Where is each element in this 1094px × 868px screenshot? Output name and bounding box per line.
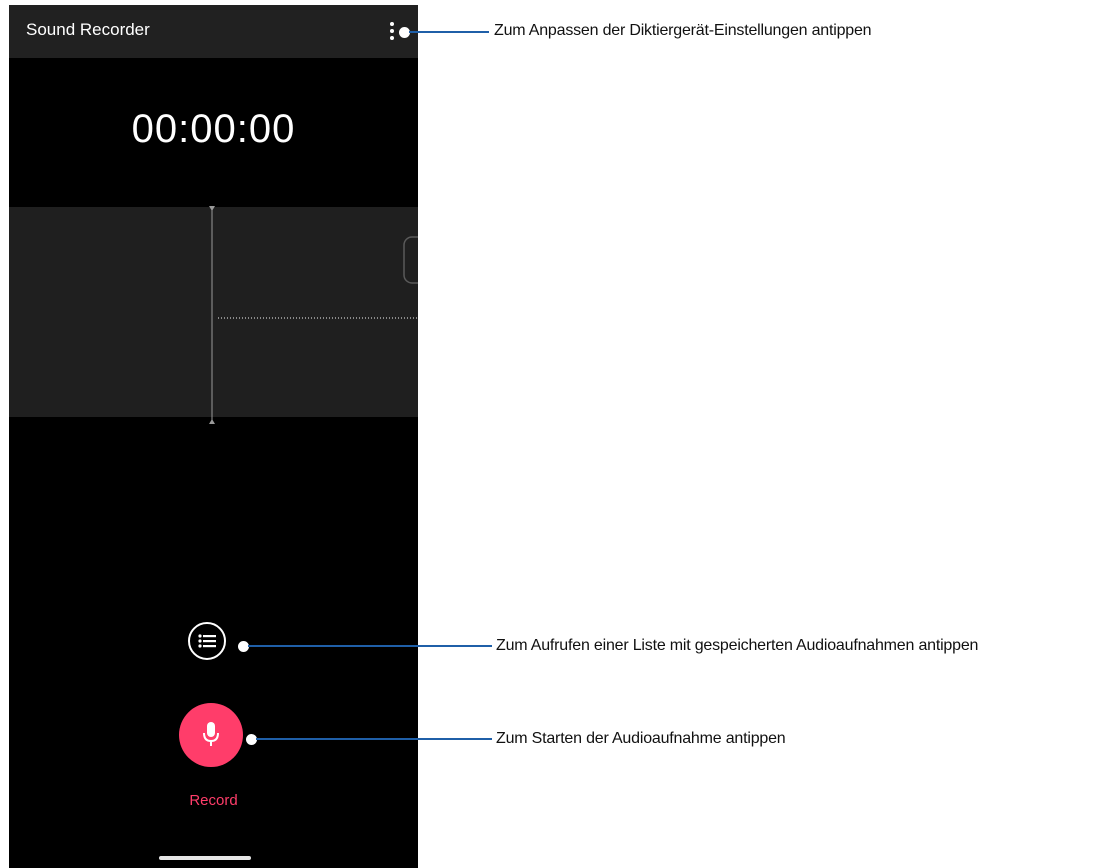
- settings-callout-text: Zum Anpassen der Diktiergerät-Einstellun…: [494, 22, 872, 39]
- app-bar: Sound Recorder: [9, 5, 418, 58]
- manual-page: Sound Recorder 00:00:00 Record Zum Anpas…: [0, 0, 1094, 868]
- list-icon: [198, 634, 216, 648]
- elapsed-timer: 00:00:00: [131, 107, 296, 151]
- home-indicator[interactable]: [159, 856, 251, 860]
- record-callout-line: [256, 738, 492, 740]
- app-title: Sound Recorder: [26, 20, 150, 39]
- bookmark-handle: [403, 236, 418, 284]
- record-button[interactable]: [179, 703, 243, 767]
- recordings-list-button[interactable]: [188, 622, 226, 660]
- settings-callout-line: [409, 31, 489, 33]
- record-callout-text: Zum Starten der Audioaufnahme antippen: [496, 730, 786, 747]
- microphone-icon: [203, 722, 219, 746]
- playhead-bottom-marker: [209, 419, 215, 424]
- waveform-display: [209, 206, 418, 424]
- list-callout-line: [248, 645, 492, 647]
- list-callout-text: Zum Aufrufen einer Liste mit gespeichert…: [496, 637, 979, 654]
- record-label: Record: [189, 792, 238, 809]
- playhead-top-marker: [209, 206, 215, 211]
